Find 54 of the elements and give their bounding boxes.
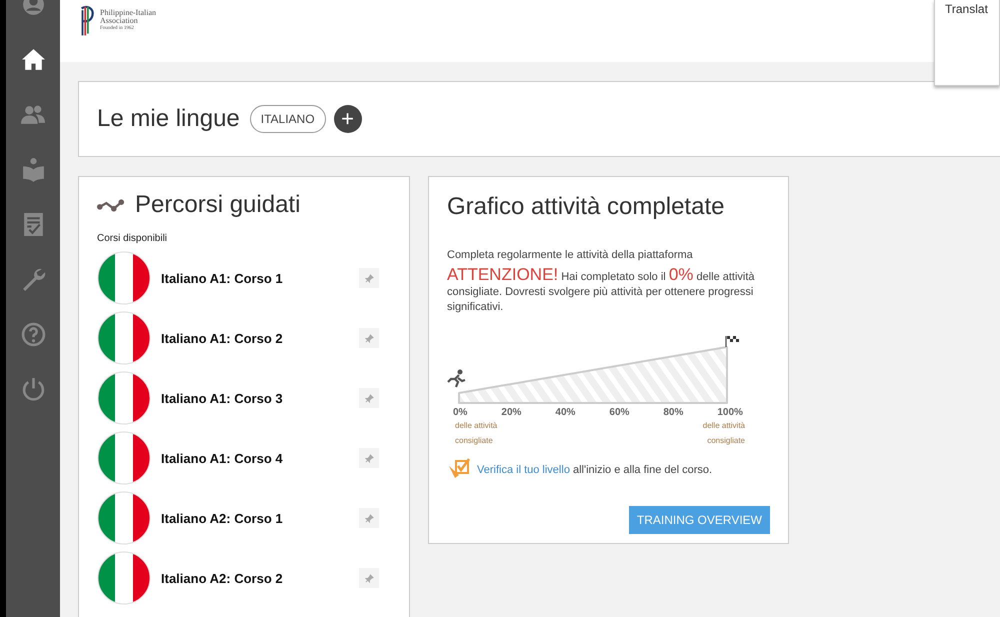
tick-label: 60% bbox=[609, 407, 630, 418]
verify-text: Verifica il tuo livello all'inizio e alla fine del corso. bbox=[477, 464, 712, 476]
finish-flag-icon bbox=[725, 335, 739, 347]
italian-flag-icon bbox=[97, 431, 151, 485]
logo-text: Philippine-Italian bbox=[100, 9, 156, 17]
pin-icon bbox=[364, 274, 374, 282]
italian-flag-icon bbox=[97, 491, 151, 545]
pin-icon bbox=[364, 574, 374, 582]
italian-flag-icon bbox=[97, 311, 151, 365]
warning-text: ATTENZIONE! Hai completato solo il 0% delle attività consigliate. Dovresti svolgere più attività per ottenere progressi significativi. bbox=[447, 267, 756, 315]
logo-text: Association bbox=[100, 17, 138, 25]
course-name[interactable]: Italiano A1: Corso 2 bbox=[161, 330, 359, 346]
course-name[interactable]: Italiano A1: Corso 4 bbox=[161, 450, 359, 466]
logo-icon bbox=[78, 4, 96, 38]
pin-button[interactable] bbox=[359, 448, 379, 468]
verify-level-link[interactable]: Verifica il tuo livello bbox=[477, 464, 570, 476]
add-language-button[interactable]: + bbox=[334, 105, 362, 133]
tick-label: 40% bbox=[555, 407, 576, 418]
power-icon[interactable] bbox=[20, 377, 46, 402]
popup-text: Translat bbox=[945, 2, 988, 16]
pin-button[interactable] bbox=[359, 388, 379, 408]
course-name[interactable]: Italiano A1: Corso 3 bbox=[161, 390, 359, 406]
italian-flag-icon bbox=[97, 251, 151, 305]
pin-button[interactable] bbox=[359, 268, 379, 288]
tick-label: 100% bbox=[717, 407, 743, 418]
tick-label: 0% bbox=[453, 407, 468, 418]
pin-icon bbox=[364, 394, 374, 402]
italian-flag-icon bbox=[97, 551, 151, 605]
end-caption: delle attività consigliate bbox=[702, 420, 745, 447]
help-icon[interactable] bbox=[20, 322, 46, 347]
tick-label: 80% bbox=[663, 407, 684, 418]
course-name[interactable]: Italiano A2: Corso 2 bbox=[161, 570, 359, 586]
start-caption: delle attività consigliate bbox=[455, 420, 498, 447]
intro-text: Completa regolarmente le attività della piattaforma bbox=[447, 249, 694, 261]
course-name[interactable]: Italiano A2: Corso 1 bbox=[161, 510, 359, 526]
languages-title: Le mie lingue bbox=[97, 105, 240, 133]
pin-button[interactable] bbox=[359, 508, 379, 528]
pin-icon bbox=[364, 334, 374, 342]
home-icon[interactable] bbox=[20, 47, 46, 72]
activity-title: Grafico attività completate bbox=[447, 193, 726, 221]
pin-icon bbox=[364, 454, 374, 462]
wrench-icon[interactable] bbox=[20, 267, 46, 292]
pin-icon bbox=[364, 514, 374, 522]
italian-flag-icon bbox=[97, 371, 151, 425]
pin-button[interactable] bbox=[359, 568, 379, 588]
path-nodes-icon bbox=[97, 197, 125, 213]
language-tag[interactable]: ITALIANO bbox=[250, 105, 326, 133]
pin-button[interactable] bbox=[359, 328, 379, 348]
reader-icon[interactable] bbox=[20, 157, 46, 182]
courses-subtitle: Corsi disponibili bbox=[97, 233, 168, 244]
guided-paths-title: Percorsi guidati bbox=[135, 191, 300, 219]
runner-icon bbox=[447, 369, 467, 389]
course-name[interactable]: Italiano A1: Corso 1 bbox=[161, 270, 359, 286]
tick-label: 20% bbox=[501, 407, 522, 418]
